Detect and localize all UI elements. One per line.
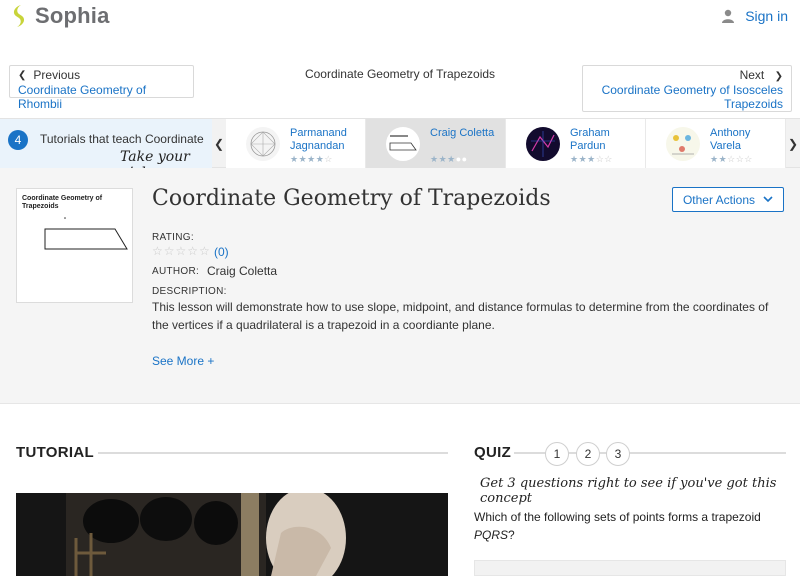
card-thumbnail — [526, 127, 560, 161]
previous-label: Previous — [33, 68, 81, 82]
sophia-logo-icon — [13, 5, 25, 27]
tutorial-card-2[interactable]: Craig Coletta ★★★●● — [366, 119, 506, 169]
video-frame — [16, 493, 448, 576]
chevron-down-icon — [763, 196, 773, 203]
trapezoid-thumbnail — [386, 127, 420, 161]
quiz-question-3[interactable]: 3 — [606, 442, 630, 466]
strip-next-arrow[interactable]: ❯ — [786, 119, 800, 169]
sign-in-label: Sign in — [745, 8, 788, 24]
sophia-logo[interactable]: Sophia — [10, 3, 110, 29]
card-author: Anthony Varela — [710, 127, 751, 152]
card-rating-stars: ★★★☆☆ — [570, 154, 613, 164]
trapezoid-diagram — [44, 217, 128, 250]
sign-in-link[interactable]: Sign in — [721, 8, 788, 24]
lesson-navigation: ❮ Previous Coordinate Geometry of Rhombi… — [0, 58, 800, 116]
tutorial-heading: TUTORIAL — [16, 444, 94, 461]
lesson-description: This lesson will demonstrate how to use … — [152, 300, 769, 332]
strip-prev-arrow[interactable]: ❮ — [212, 119, 226, 169]
quiz-question-1[interactable]: 1 — [545, 442, 569, 466]
site-header: Sophia Sign in — [0, 0, 800, 38]
question-variable: PQRS — [474, 528, 509, 542]
tutorials-intro-text: Tutorials that teach Coordinate — [40, 132, 204, 146]
card-author: Craig Coletta — [430, 127, 495, 139]
description-label: DESCRIPTION: — [152, 286, 227, 297]
next-lesson-title[interactable]: Coordinate Geometry of Isosceles Trapezo… — [591, 83, 783, 111]
quiz-question-2[interactable]: 2 — [576, 442, 600, 466]
tutorial-card-4[interactable]: Anthony Varela ★★☆☆☆ — [646, 119, 786, 169]
other-actions-dropdown[interactable]: Other Actions — [672, 187, 784, 212]
card-thumbnail — [386, 127, 420, 161]
chevron-left-icon: ❮ — [213, 137, 225, 151]
previous-lesson-button[interactable]: ❮ Previous Coordinate Geometry of Rhombi… — [9, 65, 194, 111]
next-label: Next — [739, 68, 765, 82]
card-rating-stars: ★★☆☆☆ — [710, 154, 753, 164]
chevron-left-icon: ❮ — [18, 69, 27, 81]
quiz-tagline: Get 3 questions right to see if you've g… — [480, 476, 777, 506]
question-end: ? — [508, 528, 515, 542]
see-more-link[interactable]: See More + — [152, 354, 214, 368]
user-icon — [722, 9, 735, 23]
card-author: Parmanand Jagnandan — [290, 127, 347, 152]
next-lesson-button[interactable]: Next ❯ Coordinate Geometry of Isosceles … — [582, 65, 792, 112]
card-thumbnail — [246, 127, 280, 161]
card-thumbnail — [666, 127, 700, 161]
geometry-sketch-thumbnail — [246, 127, 280, 161]
other-actions-label: Other Actions — [682, 192, 756, 207]
quiz-heading: QUIZ — [474, 444, 512, 461]
lesson-title: Coordinate Geometry of Trapezoids — [152, 186, 551, 211]
chevron-right-icon: ❯ — [774, 71, 783, 82]
tutorial-card-1[interactable]: Parmanand Jagnandan ★★★★☆ — [226, 119, 366, 169]
tutorial-count-badge: 4 — [8, 130, 28, 150]
author-label: AUTHOR: — [152, 266, 200, 277]
tutorials-strip: 4 Tutorials that teach Coordinate Take y… — [0, 118, 800, 169]
answer-panel — [474, 560, 786, 576]
tutorial-card-3[interactable]: Graham Pardun ★★★☆☆ — [506, 119, 646, 169]
previous-lesson-title[interactable]: Coordinate Geometry of Rhombii — [18, 83, 185, 111]
lesson-thumbnail[interactable]: Coordinate Geometry of Trapezoids — [16, 188, 133, 303]
tutorial-divider — [98, 452, 448, 454]
chevron-right-icon: ❯ — [787, 137, 799, 151]
rating-label: RATING: — [152, 232, 194, 243]
card-rating-stars: ★★★★☆ — [290, 154, 333, 164]
lesson-details: Coordinate Geometry of Trapezoids Coordi… — [0, 168, 800, 404]
colorful-notes-thumbnail — [666, 127, 700, 161]
brand-name: Sophia — [35, 3, 110, 28]
author-name: Craig Coletta — [207, 264, 278, 278]
quiz-question-text: Which of the following sets of points fo… — [474, 508, 794, 544]
rating-count[interactable]: (0) — [214, 245, 229, 259]
take-your-pick-text: Take your pick: — [120, 149, 190, 169]
tutorial-video[interactable] — [16, 493, 448, 576]
tutorials-intro: 4 Tutorials that teach Coordinate Take y… — [0, 119, 212, 169]
current-lesson-title: Coordinate Geometry of Trapezoids — [304, 67, 496, 81]
question-body: Which of the following sets of points fo… — [474, 510, 761, 524]
card-rating-stars: ★★★●● — [430, 154, 468, 164]
dark-graph-thumbnail — [526, 127, 560, 161]
card-author: Graham Pardun — [570, 127, 610, 152]
rating-stars[interactable]: ☆☆☆☆☆ — [152, 244, 211, 258]
